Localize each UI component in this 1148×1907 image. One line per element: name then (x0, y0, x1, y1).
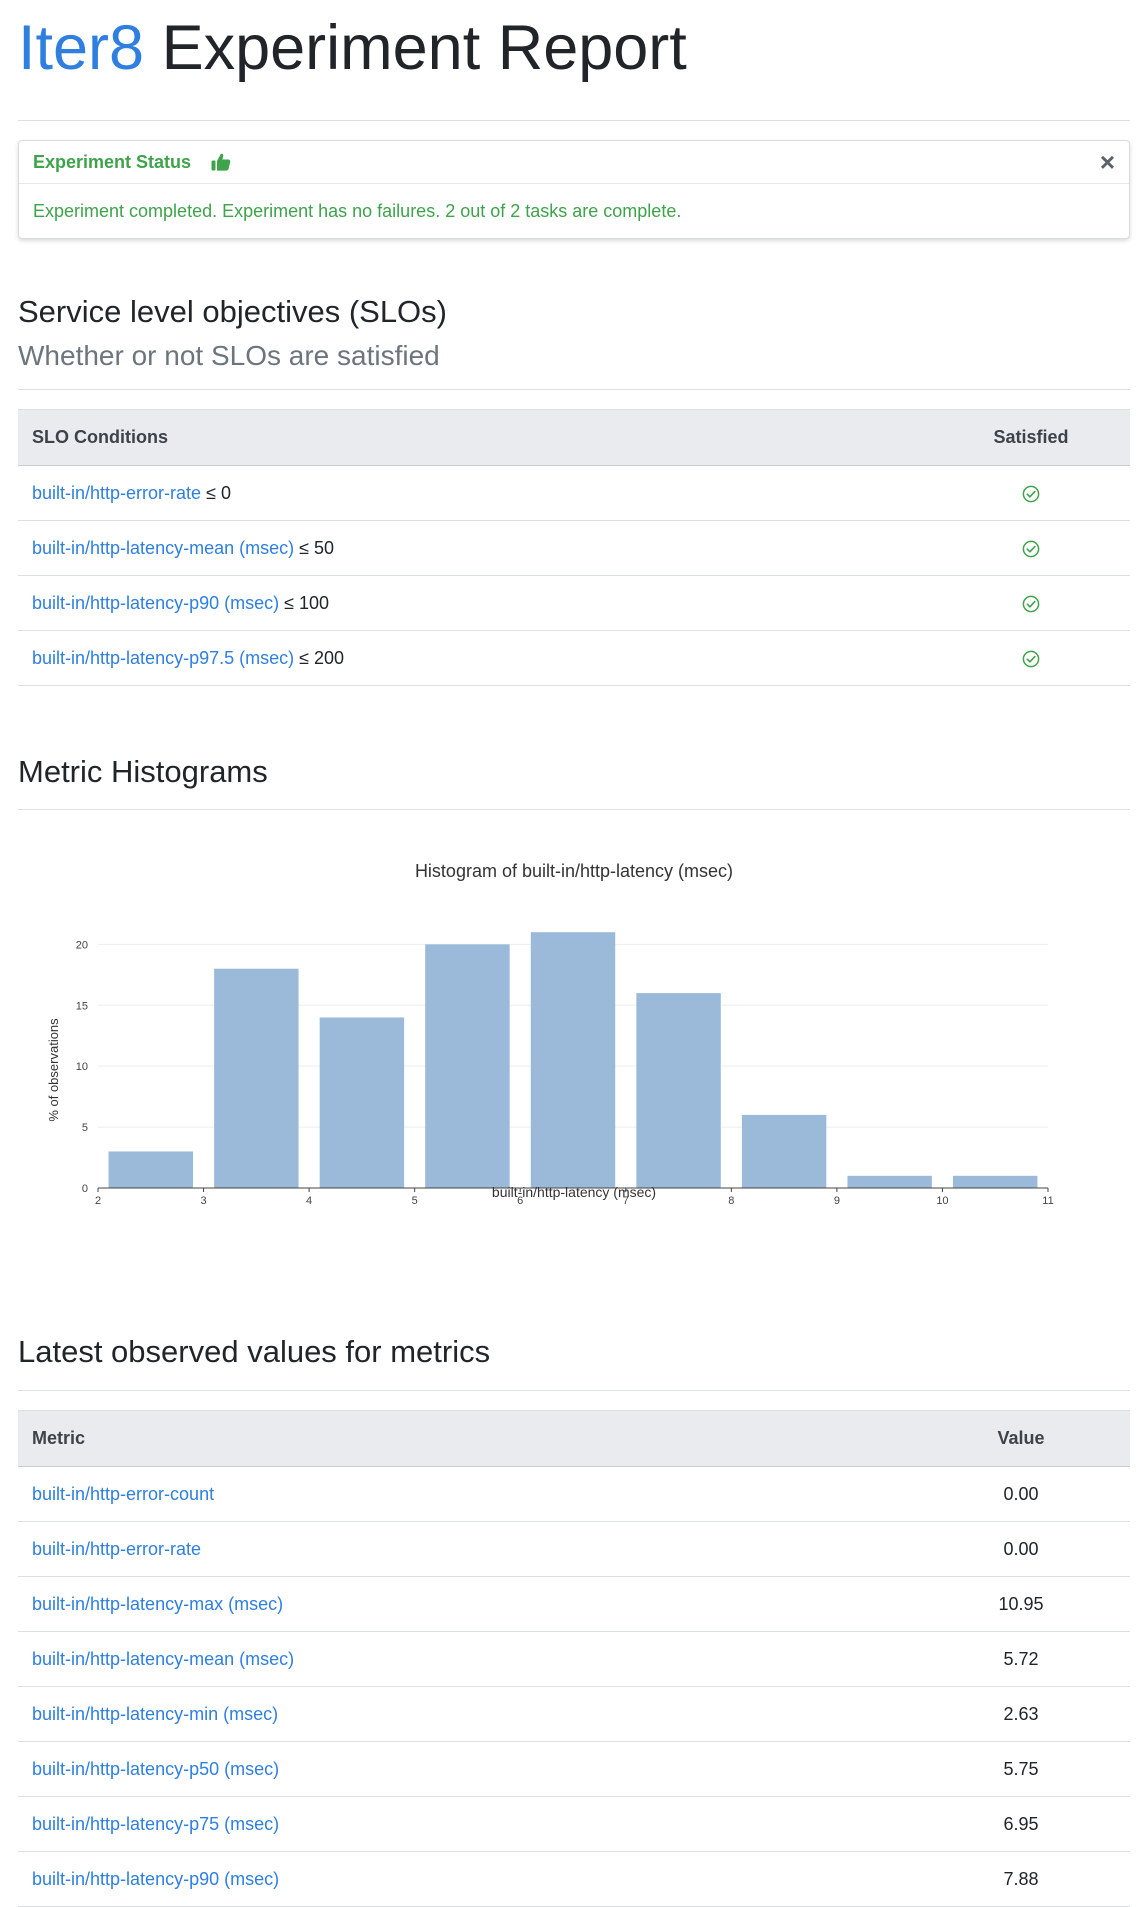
x-axis-label: built-in/http-latency (msec) (492, 1184, 656, 1200)
metric-value: 6.95 (912, 1796, 1130, 1852)
divider (18, 389, 1130, 390)
table-row: built-in/http-latency-mean (msec) ≤ 50 (18, 520, 1130, 576)
slo-metric-link[interactable]: built-in/http-latency-p90 (msec) (32, 593, 279, 613)
brand-name: Iter8 (18, 13, 145, 83)
slo-table: SLO Conditions Satisfied built-in/http-e… (18, 409, 1130, 686)
chart-bars (108, 932, 1038, 1188)
slo-condition: ≤ 50 (294, 537, 334, 558)
metric-link[interactable]: built-in/http-latency-p50 (msec) (32, 1759, 279, 1779)
x-tick-label: 3 (200, 1195, 206, 1207)
histogram-bar (425, 944, 510, 1188)
table-row: built-in/http-latency-max (msec) 10.95 (18, 1576, 1130, 1632)
y-tick-label: 5 (82, 1122, 88, 1134)
metric-value: 10.95 (912, 1576, 1130, 1632)
table-row: built-in/http-latency-mean (msec) 5.72 (18, 1631, 1130, 1687)
histogram-bar (530, 932, 616, 1188)
metric-value: 0.00 (912, 1466, 1130, 1522)
experiment-status-card: Experiment Status × Experiment completed… (18, 140, 1130, 239)
column-header-value: Value (912, 1410, 1130, 1467)
histogram-bar (847, 1175, 932, 1188)
chart-title: Histogram of built-in/http-latency (msec… (415, 861, 733, 881)
histogram-bar (953, 1175, 1038, 1188)
histogram-bar (108, 1151, 193, 1188)
metric-value: 5.75 (912, 1741, 1130, 1797)
report-page: Iter8 Experiment Report Experiment Statu… (18, 0, 1130, 1907)
metric-link[interactable]: built-in/http-latency-mean (msec) (32, 1649, 294, 1669)
histogram-bar (214, 968, 299, 1188)
slo-metric-link[interactable]: built-in/http-latency-p97.5 (msec) (32, 648, 294, 668)
column-header-satisfied: Satisfied (932, 409, 1130, 466)
table-row: built-in/http-latency-min (msec) 2.63 (18, 1686, 1130, 1742)
thumbs-up-icon (211, 153, 231, 171)
x-tick-label: 4 (306, 1195, 312, 1207)
y-tick-label: 10 (76, 1061, 88, 1073)
latest-values-table: Metric Value built-in/http-error-count 0.… (18, 1410, 1130, 1907)
table-row: built-in/http-error-count 0.00 (18, 1466, 1130, 1522)
metric-value: 7.88 (912, 1851, 1130, 1907)
slo-condition: ≤ 100 (279, 592, 330, 613)
close-button[interactable]: × (1100, 149, 1115, 175)
check-circle-icon (1022, 650, 1040, 668)
slo-heading: Service level objectives (SLOs) (18, 294, 447, 329)
page-title: Iter8 Experiment Report (18, 0, 1130, 86)
status-title: Experiment Status (33, 151, 192, 172)
check-circle-icon (1022, 595, 1040, 613)
histogram-svg: Histogram of built-in/http-latency (msec… (46, 861, 1054, 1207)
histogram-bar (636, 993, 721, 1188)
slo-metric-link[interactable]: built-in/http-latency-mean (msec) (32, 538, 294, 558)
latest-table-header-row: Metric Value (18, 1410, 1130, 1467)
status-message: Experiment completed. Experiment has no … (33, 201, 682, 221)
slo-metric-link[interactable]: built-in/http-error-rate (32, 483, 201, 503)
metric-value: 5.72 (912, 1631, 1130, 1687)
slo-condition: ≤ 200 (294, 647, 345, 668)
check-circle-icon (1022, 540, 1040, 558)
y-tick-label: 20 (76, 939, 88, 951)
metric-link[interactable]: built-in/http-latency-p90 (msec) (32, 1869, 279, 1889)
metric-link[interactable]: built-in/http-latency-max (msec) (32, 1594, 283, 1614)
table-row: built-in/http-latency-p97.5 (msec) ≤ 200 (18, 630, 1130, 686)
table-row: built-in/http-latency-p90 (msec) ≤ 100 (18, 575, 1130, 631)
slo-table-header-row: SLO Conditions Satisfied (18, 409, 1130, 466)
table-row: built-in/http-latency-p90 (msec) 7.88 (18, 1851, 1130, 1907)
slo-subheading: Whether or not SLOs are satisfied (18, 340, 440, 371)
metric-value: 2.63 (912, 1686, 1130, 1742)
x-tick-label: 9 (834, 1195, 840, 1207)
metric-link[interactable]: built-in/http-error-count (32, 1484, 214, 1504)
x-tick-label: 2 (95, 1195, 101, 1207)
table-row: built-in/http-error-rate 0.00 (18, 1521, 1130, 1577)
latency-histogram-chart: Histogram of built-in/http-latency (msec… (18, 810, 1130, 1280)
table-row: built-in/http-error-rate ≤ 0 (18, 465, 1130, 521)
x-tick-label: 11 (1042, 1195, 1053, 1207)
metric-link[interactable]: built-in/http-error-rate (32, 1539, 201, 1559)
x-tick-label: 10 (936, 1195, 948, 1207)
latest-values-heading: Latest observed values for metrics (18, 1334, 491, 1369)
table-row: built-in/http-latency-p75 (msec) 6.95 (18, 1796, 1130, 1852)
divider (18, 120, 1130, 121)
column-header-metric: Metric (18, 1410, 912, 1467)
x-tick-label: 5 (412, 1195, 418, 1207)
y-tick-label: 15 (76, 1000, 88, 1012)
metric-value: 0.00 (912, 1521, 1130, 1577)
y-tick-label: 0 (82, 1183, 88, 1195)
histogram-bar (319, 1017, 405, 1188)
metric-link[interactable]: built-in/http-latency-min (msec) (32, 1704, 278, 1724)
slo-condition: ≤ 0 (201, 482, 231, 503)
status-card-header: Experiment Status (19, 141, 1129, 184)
histogram-bar (741, 1114, 827, 1188)
divider (18, 1390, 1130, 1391)
histograms-heading: Metric Histograms (18, 754, 268, 789)
metric-link[interactable]: built-in/http-latency-p75 (msec) (32, 1814, 279, 1834)
column-header-slo-conditions: SLO Conditions (18, 409, 932, 466)
page-title-text: Experiment Report (144, 13, 687, 83)
check-circle-icon (1022, 485, 1040, 503)
x-tick-label: 8 (728, 1195, 734, 1207)
table-row: built-in/http-latency-p50 (msec) 5.75 (18, 1741, 1130, 1797)
y-axis-label: % of observations (46, 1018, 61, 1122)
